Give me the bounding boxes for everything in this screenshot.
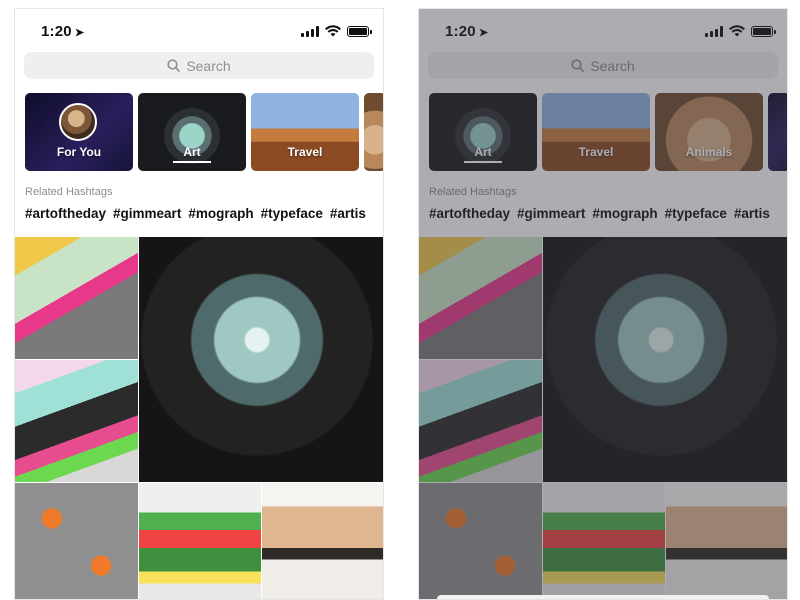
hashtag-link[interactable]: #gimmeart: [113, 206, 181, 221]
selected-indicator: [464, 161, 502, 163]
wifi-icon: [325, 25, 341, 37]
wifi-icon: [729, 25, 745, 37]
grid-tile-neon-figure[interactable]: [419, 360, 542, 482]
grid-tile-watercolor-portrait[interactable]: [262, 483, 383, 599]
battery-icon: [347, 25, 372, 37]
category-animals[interactable]: Animals: [655, 93, 763, 171]
location-arrow-icon: ➤: [74, 27, 85, 39]
category-partial[interactable]: [364, 93, 383, 171]
category-partial[interactable]: [768, 93, 787, 171]
status-icons: [301, 25, 372, 37]
phone-screen-left: 1:20 ➤ Search For You Art Travel Related …: [14, 8, 384, 600]
phone-screen-right: 1:20 ➤ Search Art Travel Animals Related …: [418, 8, 788, 600]
hashtag-link[interactable]: #artoftheday: [429, 206, 510, 221]
explore-grid: [419, 237, 787, 599]
search-placeholder: Search: [590, 57, 635, 74]
status-icons: [705, 25, 776, 37]
category-carousel: For You Art Travel: [25, 93, 383, 171]
hashtag-link[interactable]: #mograph: [592, 206, 657, 221]
category-travel[interactable]: Travel: [542, 93, 650, 171]
status-bar: 1:20 ➤: [15, 9, 383, 49]
category-for-you[interactable]: For You: [25, 93, 133, 171]
hashtag-link[interactable]: #typeface: [261, 206, 323, 221]
related-hashtags-title: Related Hashtags: [429, 186, 517, 198]
hashtag-list: #artoftheday #gimmeart #mograph #typefac…: [429, 206, 770, 221]
category-label: Animals: [685, 145, 733, 159]
category-carousel: Art Travel Animals: [429, 93, 787, 171]
grid-tile-neon-figure[interactable]: [15, 360, 138, 482]
grid-tile-lego-robot[interactable]: [543, 483, 665, 599]
avatar: [59, 103, 97, 141]
location-arrow-icon: ➤: [478, 27, 489, 39]
hashtag-link[interactable]: #mograph: [188, 206, 253, 221]
battery-icon: [751, 25, 776, 37]
category-label: Art: [183, 145, 201, 159]
hashtag-link[interactable]: #artis: [330, 206, 366, 221]
grid-tile-koi-fish[interactable]: [15, 483, 138, 599]
grid-tile-abstract-painting[interactable]: [419, 237, 542, 359]
category-travel[interactable]: Travel: [251, 93, 359, 171]
related-hashtags-title: Related Hashtags: [25, 186, 113, 198]
signal-icon: [705, 25, 723, 37]
category-label: For You: [56, 145, 102, 159]
hashtag-link[interactable]: #typeface: [665, 206, 727, 221]
hashtag-list: #artoftheday #gimmeart #mograph #typefac…: [25, 206, 366, 221]
category-label: Travel: [287, 145, 323, 159]
search-bar[interactable]: Search: [428, 52, 778, 79]
status-time: 1:20 ➤: [445, 23, 489, 40]
search-icon: [167, 59, 181, 72]
status-bar: 1:20 ➤: [419, 9, 787, 49]
search-icon: [571, 59, 585, 72]
search-bar[interactable]: Search: [24, 52, 374, 79]
category-art[interactable]: Art: [429, 93, 537, 171]
hashtag-link[interactable]: #artoftheday: [25, 206, 106, 221]
grid-tile-splatter-vortex[interactable]: [139, 237, 383, 482]
category-label: Art: [474, 145, 492, 159]
status-time: 1:20 ➤: [41, 23, 85, 40]
grid-tile-koi-fish[interactable]: [419, 483, 542, 599]
category-label: Travel: [578, 145, 614, 159]
grid-tile-lego-robot[interactable]: [139, 483, 261, 599]
selected-indicator: [173, 161, 211, 163]
explore-grid: [15, 237, 383, 599]
grid-tile-splatter-vortex[interactable]: [543, 237, 787, 482]
category-art[interactable]: Art: [138, 93, 246, 171]
signal-icon: [301, 25, 319, 37]
grid-tile-watercolor-portrait[interactable]: [666, 483, 787, 599]
search-placeholder: Search: [186, 57, 231, 74]
hashtag-link[interactable]: #gimmeart: [517, 206, 585, 221]
grid-tile-abstract-painting[interactable]: [15, 237, 138, 359]
hashtag-link[interactable]: #artis: [734, 206, 770, 221]
bottom-sheet-edge: [437, 595, 769, 599]
